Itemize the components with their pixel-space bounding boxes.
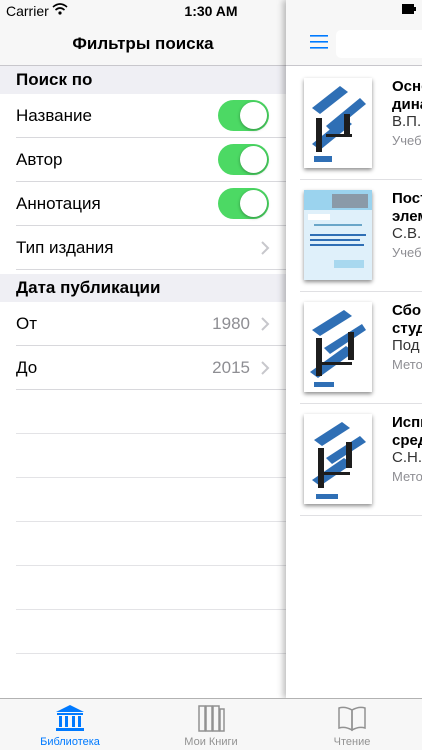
book-title-line: Пост xyxy=(392,190,422,207)
page-title: Фильтры поиска xyxy=(72,34,214,53)
section-header-pub-date: Дата публикации xyxy=(0,274,286,302)
filter-row-label: До xyxy=(16,358,38,377)
toggle-knob xyxy=(240,146,267,173)
status-bar: Carrier 1:30 AM xyxy=(0,0,422,22)
book-type: Мето xyxy=(392,469,422,484)
book-type: Мето xyxy=(392,357,422,372)
filter-row-label: Автор xyxy=(16,150,63,169)
book-title-line: сред xyxy=(392,432,422,449)
battery-icon xyxy=(402,4,416,14)
section-header-label: Поиск по xyxy=(16,70,93,89)
chevron-right-icon xyxy=(261,241,270,255)
filter-row-author: Автор xyxy=(0,138,286,182)
book-cover xyxy=(304,190,372,280)
annotation-toggle[interactable] xyxy=(218,188,269,219)
library-icon xyxy=(56,705,84,731)
filter-row-edition-type[interactable]: Тип издания xyxy=(0,226,286,270)
book-title-line: Сбор xyxy=(392,302,422,319)
book-title: Оснодина xyxy=(392,78,422,114)
empty-row-separator xyxy=(16,433,286,434)
filter-row-label: Тип издания xyxy=(16,238,114,257)
tab-label: Мои Книги xyxy=(184,736,238,748)
filter-row-label: От xyxy=(16,314,38,333)
tab-library[interactable]: Библиотека xyxy=(0,699,140,750)
book-list-item[interactable]: Испысред С.Н. Мето xyxy=(286,404,422,516)
filter-row-date-to[interactable]: До 2015 xyxy=(0,346,286,390)
filter-row-label: Аннотация xyxy=(16,194,101,213)
date-from-value: 1980 xyxy=(212,314,250,333)
empty-row-separator xyxy=(16,565,286,566)
book-title-line: студ xyxy=(392,320,422,337)
book-title-line: дина xyxy=(392,96,422,113)
books-icon xyxy=(198,705,225,732)
book-type: Учеб xyxy=(392,245,422,260)
book-title-line: Испы xyxy=(392,414,422,431)
book-title-line: Осно xyxy=(392,78,422,95)
book-cover xyxy=(304,414,372,504)
status-time: 1:30 AM xyxy=(184,3,238,19)
empty-row-separator xyxy=(16,609,286,610)
book-list-panel: Оснодина В.П. Учеб Постэлем С xyxy=(286,0,422,698)
empty-row-separator xyxy=(16,521,286,522)
book-title: Постэлем xyxy=(392,190,422,226)
filter-row-annotation: Аннотация xyxy=(0,182,286,226)
toggle-knob xyxy=(240,190,267,217)
app-screen: Фильтры поиска Поиск по Название Автор А… xyxy=(0,0,422,750)
empty-row-separator xyxy=(16,653,286,654)
author-toggle[interactable] xyxy=(218,144,269,175)
book-author: Под xyxy=(392,337,420,354)
chevron-right-icon xyxy=(261,317,270,331)
search-input[interactable] xyxy=(336,30,422,58)
filter-row-date-from[interactable]: От 1980 xyxy=(0,302,286,346)
tab-label: Чтение xyxy=(333,736,371,748)
book-author: В.П. xyxy=(392,113,422,130)
book-author: С.В. xyxy=(392,225,422,242)
book-list-item[interactable]: Оснодина В.П. Учеб xyxy=(286,68,422,180)
section-header-search-in: Поиск по xyxy=(0,66,286,94)
book-author: С.Н. xyxy=(392,449,422,466)
open-book-icon xyxy=(338,706,366,732)
book-title-line: элем xyxy=(392,208,422,225)
tab-label: Библиотека xyxy=(40,736,100,748)
date-to-value: 2015 xyxy=(212,358,250,377)
tab-my-books[interactable]: Мои Книги xyxy=(141,699,281,750)
menu-icon[interactable] xyxy=(310,34,328,50)
chevron-right-icon xyxy=(261,361,270,375)
book-type: Учеб xyxy=(392,133,422,148)
empty-row-separator xyxy=(16,477,286,478)
filter-row-label: Название xyxy=(16,106,92,125)
book-title: Испысред xyxy=(392,414,422,450)
book-list-item[interactable]: Сборстуд Под Мето xyxy=(286,292,422,404)
book-title: Сборстуд xyxy=(392,302,422,338)
book-cover xyxy=(304,78,372,168)
tab-reading[interactable]: Чтение xyxy=(282,699,422,750)
section-header-label: Дата публикации xyxy=(16,278,161,297)
book-list-item[interactable]: Постэлем С.В. Учеб xyxy=(286,180,422,292)
book-cover xyxy=(304,302,372,392)
filter-row-title: Название xyxy=(0,94,286,138)
title-toggle[interactable] xyxy=(218,100,269,131)
toggle-knob xyxy=(240,102,267,129)
filter-panel: Фильтры поиска Поиск по Название Автор А… xyxy=(0,0,286,698)
tab-bar: Библиотека Мои Книги Чтение xyxy=(0,698,422,750)
